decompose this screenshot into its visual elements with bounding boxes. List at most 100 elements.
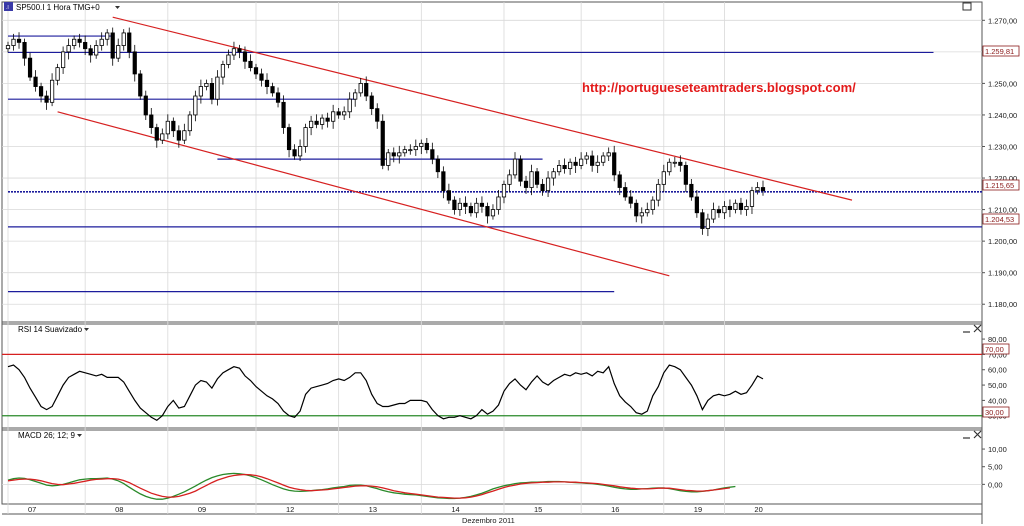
candle xyxy=(44,95,49,103)
candle xyxy=(529,171,534,188)
candle xyxy=(672,161,677,164)
candle xyxy=(463,202,468,207)
candle xyxy=(16,38,22,43)
candle xyxy=(83,41,88,50)
candle xyxy=(402,149,407,154)
candle xyxy=(628,196,633,204)
candle xyxy=(634,202,639,217)
x-tick-label: 20 xyxy=(754,505,762,514)
candle xyxy=(584,155,589,160)
candle xyxy=(187,114,192,132)
rsi-y-tick-label: 40,00 xyxy=(988,396,1007,405)
candle xyxy=(424,142,429,151)
candle xyxy=(72,38,77,46)
candle xyxy=(209,83,215,100)
candle xyxy=(320,117,325,125)
candle xyxy=(275,92,281,103)
y-tick-label: 1.200,00 xyxy=(988,237,1017,246)
candle xyxy=(110,32,115,59)
candle xyxy=(220,64,226,78)
candle xyxy=(595,161,600,166)
x-tick-label: 15 xyxy=(534,505,542,514)
candle xyxy=(292,149,297,157)
candle xyxy=(727,206,733,210)
candle xyxy=(132,51,137,75)
candle xyxy=(281,101,286,128)
candle xyxy=(176,130,181,141)
candle xyxy=(66,45,71,53)
candle xyxy=(457,202,462,210)
candle xyxy=(579,158,584,166)
candle xyxy=(182,130,187,141)
candle xyxy=(617,174,622,188)
candle xyxy=(248,60,253,69)
candle xyxy=(678,161,683,166)
candle xyxy=(612,152,617,176)
macd-y-tick-label: 0,00 xyxy=(988,480,1003,489)
candle xyxy=(441,171,446,192)
candle xyxy=(733,202,738,210)
candle xyxy=(297,146,303,157)
candle xyxy=(116,45,121,59)
candle xyxy=(722,206,727,214)
candle xyxy=(689,183,694,198)
candle xyxy=(656,183,661,201)
candle xyxy=(496,196,501,210)
rsi-y-tick-label: 50,00 xyxy=(988,381,1007,390)
macd-y-tick-label: 10,00 xyxy=(988,445,1007,454)
chart-symbol-icon-mark: .I xyxy=(6,5,9,11)
candle xyxy=(446,190,451,201)
candle xyxy=(5,45,11,50)
price-label-lower-text: 1.204,53 xyxy=(985,215,1014,224)
candle xyxy=(639,212,644,217)
candle xyxy=(507,174,512,185)
candle xyxy=(99,38,104,46)
candle xyxy=(435,158,440,173)
x-tick-label: 19 xyxy=(694,505,702,514)
y-tick-label: 1.270,00 xyxy=(988,16,1017,25)
x-tick-label: 09 xyxy=(198,505,206,514)
candle xyxy=(49,79,55,103)
trading-chart[interactable]: 070809121314151619201.270,001.260,001.25… xyxy=(0,0,1024,526)
x-tick-label: 13 xyxy=(369,505,377,514)
candle xyxy=(364,83,369,97)
candle xyxy=(331,111,336,122)
candle xyxy=(171,120,176,132)
candle xyxy=(369,95,374,110)
candle xyxy=(127,32,132,53)
y-tick-label: 1.180,00 xyxy=(988,300,1017,309)
candle xyxy=(154,127,159,141)
x-axis-label: Dezembro 2011 xyxy=(462,516,515,525)
y-tick-label: 1.230,00 xyxy=(988,142,1017,151)
candle xyxy=(264,79,270,87)
x-tick-label: 08 xyxy=(115,505,123,514)
x-tick-label: 14 xyxy=(451,505,459,514)
candle xyxy=(512,158,518,176)
price-label-last: 1.215,65 xyxy=(982,179,1020,191)
candle xyxy=(755,187,760,192)
price-label-last-text: 1.215,65 xyxy=(985,181,1014,190)
candle xyxy=(11,38,16,46)
candle xyxy=(430,149,435,160)
candle xyxy=(38,86,44,97)
candle xyxy=(408,149,413,152)
candle xyxy=(386,152,391,166)
candle xyxy=(590,155,595,166)
candle xyxy=(353,92,358,100)
candle xyxy=(121,32,126,46)
candle xyxy=(485,206,490,217)
candle xyxy=(226,54,231,65)
x-tick-label: 16 xyxy=(611,505,619,514)
candle xyxy=(645,209,650,214)
candle xyxy=(347,98,352,113)
candle xyxy=(198,86,203,97)
rsi-label-upper-text: 70,00 xyxy=(985,345,1004,354)
candle xyxy=(534,171,540,185)
candle xyxy=(231,48,237,56)
candle xyxy=(55,67,60,81)
candle xyxy=(474,202,479,214)
candle xyxy=(700,212,705,229)
candle xyxy=(237,48,242,53)
rsi-title: RSI 14 Suavizado xyxy=(18,325,83,334)
candle xyxy=(253,67,259,75)
